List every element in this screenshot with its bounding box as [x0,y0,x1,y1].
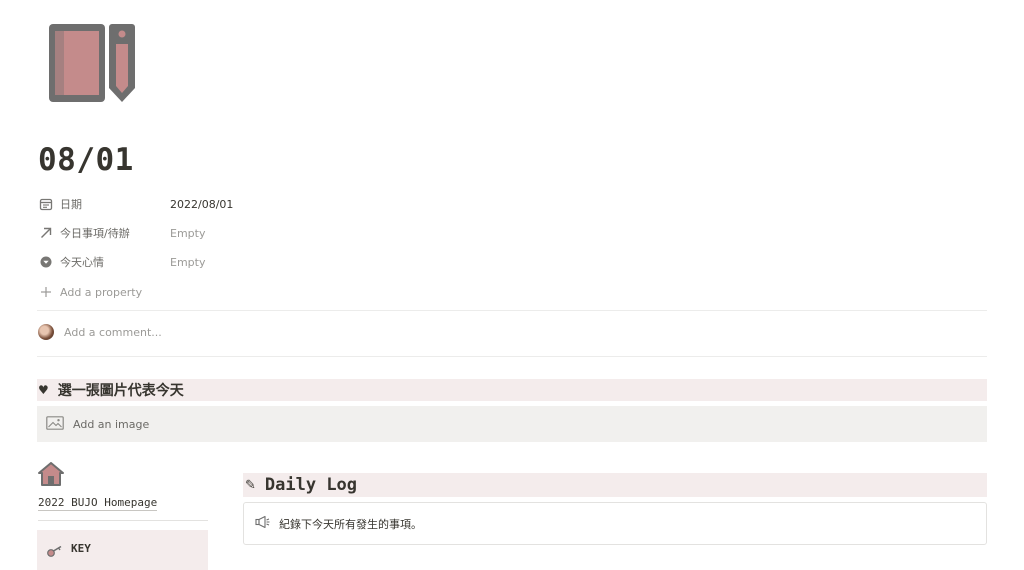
plus-icon [38,284,54,300]
property-name: 今天心情 [60,256,104,269]
property-name: 今日事項/待辦 [60,227,130,240]
add-property-button[interactable]: Add a property [38,281,438,303]
divider [37,310,987,311]
callout-text[interactable]: 紀錄下今天所有發生的事項。 [279,516,422,532]
relation-arrow-icon [38,225,54,241]
divider [38,520,208,521]
property-value[interactable]: Empty [170,227,205,240]
homepage-link[interactable]: 2022 BUJO Homepage [38,496,158,511]
house-icon[interactable] [38,462,64,486]
property-name: 日期 [60,198,82,211]
comment-input[interactable]: Add a comment... [38,324,162,340]
notebook-pencil-icon[interactable] [44,18,140,110]
add-image-label: Add an image [73,417,150,431]
image-section-heading[interactable]: ♥ 選一張圖片代表今天 [37,379,987,401]
add-image-button[interactable]: Add an image [37,406,987,442]
comment-placeholder[interactable]: Add a comment... [64,326,162,339]
add-property-label: Add a property [60,285,143,299]
key-toggle[interactable]: KEY [37,530,208,570]
avatar [38,324,54,340]
property-value[interactable]: 2022/08/01 [170,198,233,211]
image-section-heading-text: 選一張圖片代表今天 [57,383,184,399]
property-row-mood[interactable]: 今天心情 Empty [38,251,438,273]
daily-log-callout[interactable]: 紀錄下今天所有發生的事項。 [243,502,987,545]
calendar-icon [38,196,54,212]
pencil-icon: ✎ [245,477,256,493]
property-row-todo[interactable]: 今日事項/待辦 Empty [38,222,438,244]
page-title[interactable]: 08/01 [38,142,134,178]
property-value[interactable]: Empty [170,256,205,269]
daily-log-title: Daily Log [264,475,358,495]
divider [37,356,987,357]
daily-log-heading[interactable]: ✎ Daily Log [243,473,987,497]
key-label: KEY [71,542,91,555]
select-dropdown-icon [38,254,54,270]
key-icon [47,542,63,561]
property-row-date[interactable]: 日期 2022/08/01 [38,193,438,215]
image-icon [46,415,64,433]
megaphone-icon [255,515,271,532]
heart-icon: ♥ [38,383,49,397]
